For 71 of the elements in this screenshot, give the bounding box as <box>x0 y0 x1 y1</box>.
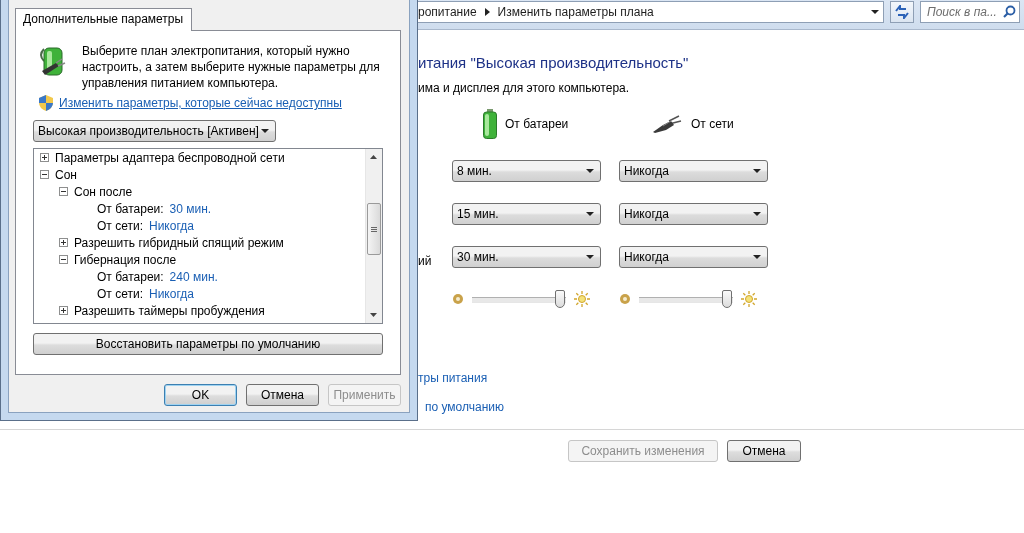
dim-brightness-icon <box>452 293 464 305</box>
battery-icon <box>483 109 497 139</box>
tree-item[interactable]: Параметры адаптера беспроводной сети <box>55 150 285 165</box>
column-heading: От сети <box>691 117 734 131</box>
scroll-up-icon[interactable] <box>370 155 377 159</box>
setting-value-link[interactable]: Никогда <box>149 218 194 233</box>
dropdown-arrow-icon <box>586 169 594 173</box>
change-settings-link[interactable]: Изменить параметры, которые сейчас недоступны <box>59 96 342 110</box>
tree-item[interactable]: Сон после <box>74 184 133 199</box>
dialog-button[interactable]: Отмена <box>246 384 319 406</box>
scrollbar[interactable] <box>365 149 382 323</box>
time-dropdown[interactable]: 15 мин. <box>452 203 601 225</box>
breadcrumb[interactable]: Изменить параметры плана <box>497 4 654 19</box>
plan-title: итания "Высокая производительность" <box>418 54 690 71</box>
settings-link[interactable]: тры питания <box>418 371 488 385</box>
slider-thumb[interactable] <box>555 290 566 308</box>
tree-item[interactable]: Разрешить таймеры пробуждения <box>74 303 265 318</box>
search-field[interactable]: Поиск в па... <box>920 0 1020 23</box>
refresh-button[interactable] <box>890 0 914 23</box>
dropdown-arrow-icon <box>261 129 269 133</box>
setting-value-link[interactable]: 30 мин. <box>169 201 212 216</box>
time-dropdown[interactable]: 8 мин. <box>452 160 601 182</box>
refresh-arrows-icon <box>894 4 910 19</box>
setting-value-link[interactable]: Никогда <box>149 286 194 301</box>
time-dropdown[interactable]: Никогда <box>619 203 768 225</box>
dim-brightness-icon <box>619 293 631 305</box>
dropdown-arrow-icon <box>753 212 761 216</box>
bright-sun-icon <box>574 291 590 307</box>
collapse-icon[interactable] <box>59 255 68 264</box>
tree-item[interactable]: Гибернация после <box>74 252 177 267</box>
tree-item[interactable]: Разрешить гибридный спящий режим <box>74 235 284 250</box>
shield-icon <box>39 95 53 111</box>
grip-icon <box>371 226 377 232</box>
address-bar[interactable]: ропитание Изменить параметры плана <box>417 0 884 23</box>
search-icon <box>1003 4 1016 18</box>
plan-description: има и дисплея для этого компьютера. <box>418 81 631 95</box>
setting-label: От сети: <box>97 286 143 301</box>
collapse-icon[interactable] <box>59 187 68 196</box>
scroll-down-icon[interactable] <box>370 313 377 317</box>
row-label: ий <box>418 254 433 268</box>
expand-icon[interactable] <box>40 153 49 162</box>
settings-link[interactable]: по умолчанию <box>425 400 505 414</box>
dropdown-arrow-icon <box>586 212 594 216</box>
setting-label: От батареи: <box>97 201 164 216</box>
collapse-icon[interactable] <box>40 170 49 179</box>
dialog-button[interactable]: OK <box>164 384 237 406</box>
dropdown-arrow-icon <box>586 255 594 259</box>
setting-label: От сети: <box>97 218 143 233</box>
breadcrumb-arrow-icon <box>484 7 490 16</box>
bright-sun-icon <box>741 291 757 307</box>
expand-icon[interactable] <box>59 238 68 247</box>
intro-text: Выберите план электропитания, который нужно настроить, а затем выберите нужные параметры для управления питанием компьютера. <box>82 43 381 91</box>
plan-dropdown[interactable]: Высокая производительность [Активен] <box>33 120 276 142</box>
slider-thumb[interactable] <box>722 290 733 308</box>
tree-item[interactable]: Сон <box>55 167 77 182</box>
scroll-thumb[interactable] <box>367 203 381 255</box>
expand-icon[interactable] <box>59 306 68 315</box>
breadcrumb[interactable]: ропитание <box>418 4 477 19</box>
time-dropdown[interactable]: Никогда <box>619 160 768 182</box>
time-dropdown[interactable]: 30 мин. <box>452 246 601 268</box>
column-heading: От батареи <box>505 117 569 131</box>
restore-defaults-button[interactable]: Восстановить параметры по умолчанию <box>33 333 383 355</box>
dropdown-arrow-icon <box>753 255 761 259</box>
dropdown-arrow-icon <box>753 169 761 173</box>
tab[interactable]: Дополнительные параметры <box>15 8 193 31</box>
time-dropdown[interactable]: Никогда <box>619 246 768 268</box>
dropdown-arrow-icon <box>871 9 879 14</box>
setting-label: От батареи: <box>97 269 164 284</box>
plug-icon <box>651 115 683 133</box>
setting-value-link[interactable]: 240 мин. <box>169 269 218 284</box>
cancel-button[interactable]: Отмена <box>727 440 801 462</box>
